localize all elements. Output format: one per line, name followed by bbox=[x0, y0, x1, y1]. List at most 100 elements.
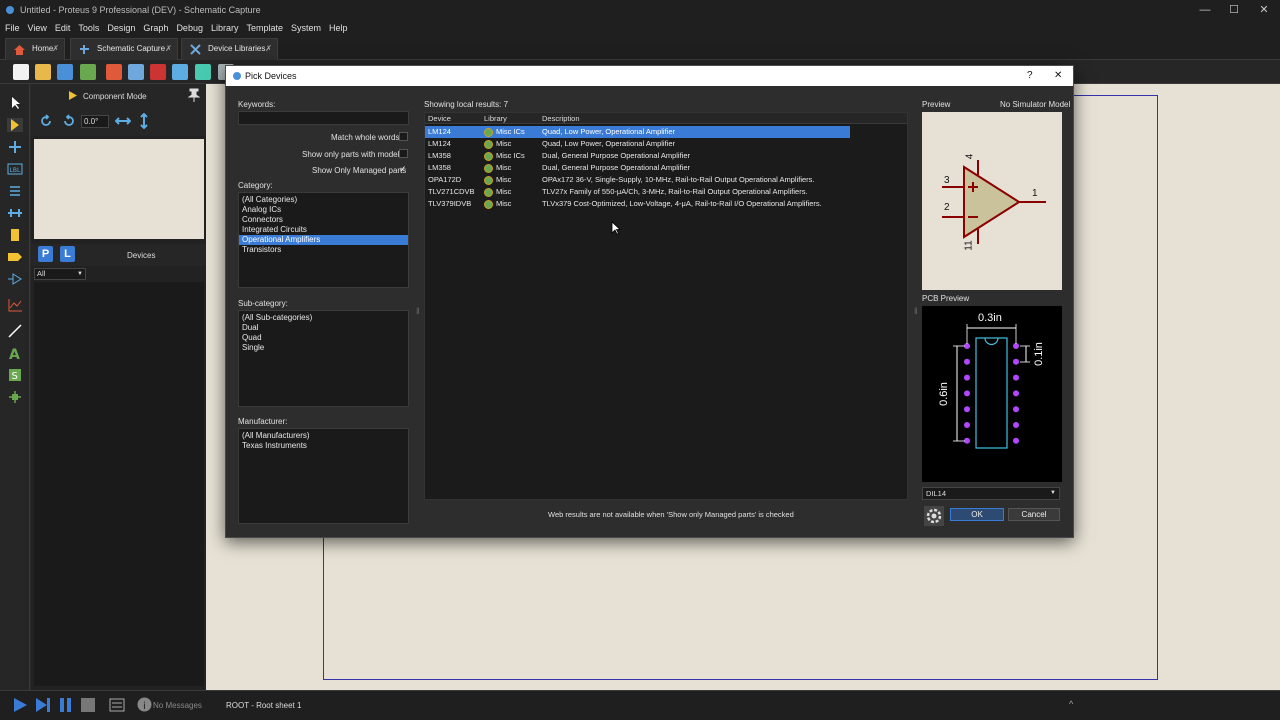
graph-icon[interactable] bbox=[7, 298, 23, 312]
component-mode-icon[interactable] bbox=[7, 118, 23, 132]
selection-mode-icon[interactable] bbox=[7, 96, 23, 110]
tab-pin-icon[interactable]: ✗ bbox=[52, 39, 59, 59]
marker-icon[interactable] bbox=[7, 390, 23, 404]
rotate-cw-icon[interactable] bbox=[39, 114, 53, 128]
device-pin-icon[interactable] bbox=[7, 272, 23, 286]
result-row[interactable]: OPA172D Misc OPAx172 36-V, Single-Supply, … bbox=[425, 174, 850, 186]
chevron-up-icon[interactable]: ^ bbox=[1069, 699, 1073, 709]
import-icon[interactable] bbox=[80, 64, 96, 80]
message-log-icon[interactable] bbox=[109, 698, 125, 712]
result-row[interactable]: TLV271CDVB Misc TLV27x Family of 550-μA/Ch… bbox=[425, 186, 850, 198]
save-icon[interactable] bbox=[57, 64, 73, 80]
tab-schematic-capture[interactable]: Schematic Capture ✗ bbox=[70, 38, 178, 60]
home-toolbar-icon[interactable] bbox=[106, 64, 122, 80]
category-item[interactable]: Transistors bbox=[239, 245, 408, 255]
settings-gear-icon[interactable] bbox=[924, 506, 944, 526]
help-icon[interactable]: ? bbox=[1027, 66, 1033, 86]
menu-graph[interactable]: Graph bbox=[139, 20, 172, 36]
menu-edit[interactable]: Edit bbox=[51, 20, 75, 36]
gerber-icon[interactable] bbox=[172, 64, 188, 80]
rotation-input[interactable]: 0.0° bbox=[81, 115, 109, 128]
play-icon[interactable] bbox=[12, 698, 28, 712]
category-list[interactable]: (All Categories) Analog ICs Connectors Inte… bbox=[238, 192, 409, 288]
result-row[interactable]: LM124 Misc ICs Quad, Low Power, Operationa… bbox=[425, 126, 850, 138]
bus-icon[interactable] bbox=[7, 206, 23, 220]
open-folder-icon[interactable] bbox=[35, 64, 51, 80]
menu-help[interactable]: Help bbox=[325, 20, 352, 36]
pick-devices-button[interactable]: P bbox=[38, 246, 53, 262]
subcategory-list[interactable]: (All Sub-categories) Dual Quad Single bbox=[238, 310, 409, 407]
menu-view[interactable]: View bbox=[24, 20, 51, 36]
bom-icon[interactable] bbox=[195, 64, 211, 80]
category-item[interactable]: Integrated Circuits bbox=[239, 225, 408, 235]
pin-panel-icon[interactable] bbox=[188, 88, 200, 102]
subcategory-item[interactable]: Single bbox=[239, 343, 408, 353]
pause-icon[interactable] bbox=[59, 698, 73, 712]
device-filter-select[interactable]: All ▼ bbox=[34, 268, 86, 280]
symbol-icon[interactable]: S bbox=[7, 368, 23, 382]
library-manager-button[interactable]: L bbox=[60, 246, 75, 262]
flip-vertical-icon[interactable] bbox=[137, 113, 151, 129]
junction-dot-icon[interactable] bbox=[7, 140, 23, 154]
dialog-close-icon[interactable]: ✕ bbox=[1054, 66, 1062, 86]
category-item[interactable]: (All Categories) bbox=[239, 195, 408, 205]
maximize-icon[interactable]: ☐ bbox=[1219, 0, 1249, 20]
menu-library[interactable]: Library bbox=[207, 20, 243, 36]
menu-system[interactable]: System bbox=[287, 20, 325, 36]
show-managed-checkbox[interactable]: ✓ bbox=[399, 165, 408, 174]
subcategory-item[interactable]: (All Sub-categories) bbox=[239, 313, 408, 323]
subcategory-item[interactable]: Quad bbox=[239, 333, 408, 343]
result-row[interactable]: LM358 Misc Dual, General Purpose Operation… bbox=[425, 162, 850, 174]
text-icon[interactable]: A bbox=[7, 346, 23, 360]
splitter-right-handle[interactable]: ‖ bbox=[914, 306, 918, 316]
subcategory-item[interactable]: Dual bbox=[239, 323, 408, 333]
menu-file[interactable]: File bbox=[0, 20, 24, 36]
result-row[interactable]: LM124 Misc Quad, Low Power, Operational Am… bbox=[425, 138, 850, 150]
terminal-icon[interactable] bbox=[7, 250, 23, 264]
splitter-left-handle[interactable]: ‖ bbox=[416, 306, 420, 316]
column-library[interactable]: Library bbox=[484, 114, 507, 123]
new-file-icon[interactable] bbox=[13, 64, 29, 80]
category-item[interactable]: Operational Amplifiers bbox=[239, 235, 408, 245]
pcb-toolbar-icon[interactable] bbox=[150, 64, 166, 80]
category-item[interactable]: Connectors bbox=[239, 215, 408, 225]
manufacturer-item[interactable]: (All Manufacturers) bbox=[239, 431, 408, 441]
menu-debug[interactable]: Debug bbox=[172, 20, 207, 36]
ok-button[interactable]: OK bbox=[950, 508, 1004, 521]
line-icon[interactable] bbox=[7, 324, 23, 338]
minimize-icon[interactable]: — bbox=[1190, 0, 1220, 20]
menu-template[interactable]: Template bbox=[242, 20, 287, 36]
column-device[interactable]: Device bbox=[428, 114, 451, 123]
text-script-icon[interactable] bbox=[7, 184, 23, 198]
result-row[interactable]: LM358 Misc ICs Dual, General Purpose Opera… bbox=[425, 150, 850, 162]
subcircuit-icon[interactable] bbox=[7, 228, 23, 242]
menu-tools[interactable]: Tools bbox=[74, 20, 103, 36]
stop-icon[interactable] bbox=[81, 698, 95, 712]
wire-label-icon[interactable]: LBL bbox=[7, 162, 23, 176]
keywords-input[interactable] bbox=[238, 111, 409, 125]
step-icon[interactable] bbox=[35, 698, 51, 712]
show-models-checkbox[interactable] bbox=[399, 149, 408, 158]
cancel-button[interactable]: Cancel bbox=[1008, 508, 1060, 521]
column-description[interactable]: Description bbox=[542, 114, 580, 123]
manufacturer-item[interactable]: Texas Instruments bbox=[239, 441, 408, 451]
pin-4-label: 4 bbox=[964, 153, 976, 160]
menu-design[interactable]: Design bbox=[103, 20, 139, 36]
overview-window[interactable] bbox=[34, 139, 204, 239]
window-close-icon[interactable]: ✕ bbox=[1249, 0, 1279, 20]
results-table[interactable]: Device Library Description LM124 Misc ICs… bbox=[424, 112, 908, 500]
tab-home[interactable]: Home ✗ bbox=[5, 38, 65, 60]
package-select[interactable]: DIL14 ▼ bbox=[922, 487, 1060, 500]
schematic-toolbar-icon[interactable] bbox=[128, 64, 144, 80]
match-whole-words-checkbox[interactable] bbox=[399, 132, 408, 141]
device-list[interactable] bbox=[34, 282, 204, 686]
result-library: Misc bbox=[484, 186, 511, 198]
flip-horizontal-icon[interactable] bbox=[115, 114, 131, 128]
tab-pin-icon[interactable]: ✗ bbox=[165, 39, 172, 59]
result-row[interactable]: TLV379IDVB Misc TLVx379 Cost-Optimized, Lo… bbox=[425, 198, 850, 210]
rotate-ccw-icon[interactable] bbox=[62, 114, 76, 128]
tab-pin-icon[interactable]: ✗ bbox=[265, 39, 272, 59]
manufacturer-list[interactable]: (All Manufacturers) Texas Instruments bbox=[238, 428, 409, 524]
tab-device-libraries[interactable]: Device Libraries ✗ bbox=[181, 38, 278, 60]
category-item[interactable]: Analog ICs bbox=[239, 205, 408, 215]
